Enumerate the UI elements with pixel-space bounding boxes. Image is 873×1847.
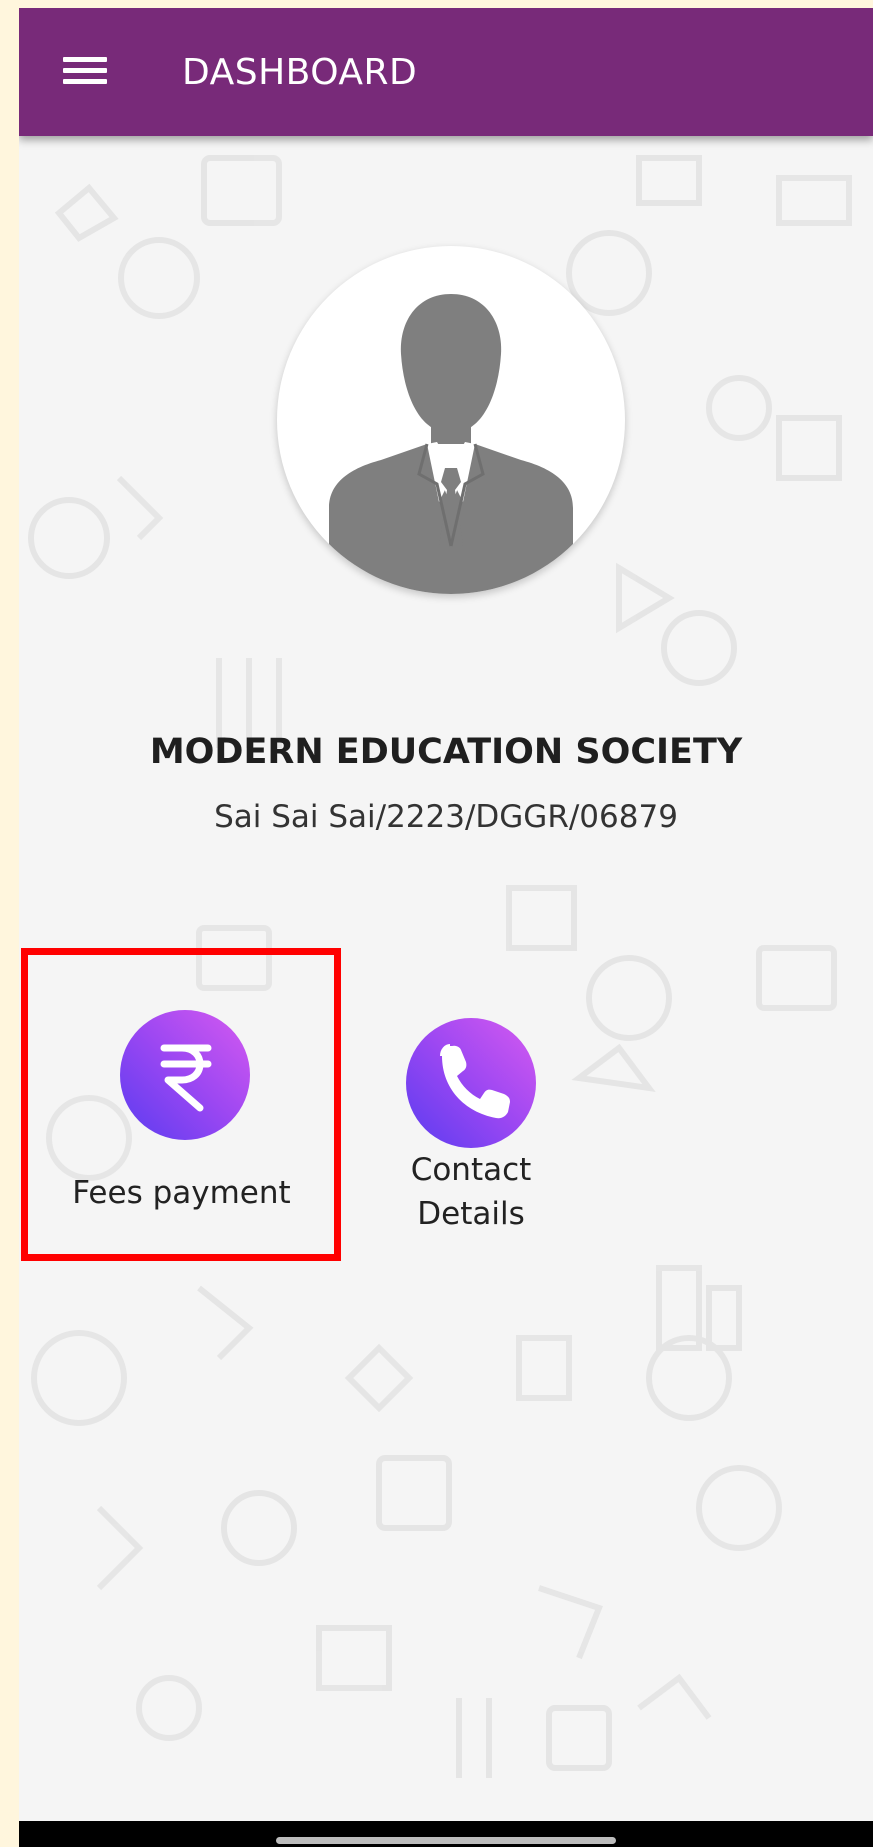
rupee-icon-circle	[120, 1010, 250, 1140]
phone-icon-circle	[406, 1018, 536, 1148]
app-bar: DASHBOARD	[19, 8, 873, 136]
contact-details-button[interactable]: Contact Details	[359, 1008, 599, 1258]
phone-screen: DASHBOARD MODERN EDUCATION SOCIETY Sai S…	[19, 8, 873, 1847]
contact-label-line-1: Contact	[410, 1152, 532, 1188]
contact-label-line-2: Details	[417, 1196, 525, 1232]
phone-icon	[440, 1044, 510, 1119]
page-title: DASHBOARD	[182, 52, 418, 93]
avatar	[277, 246, 625, 594]
organization-name: MODERN EDUCATION SOCIETY	[149, 732, 743, 772]
system-navigation-bar	[19, 1821, 873, 1847]
hamburger-menu-icon[interactable]	[63, 53, 107, 89]
home-gesture-handle[interactable]	[276, 1837, 616, 1844]
rupee-icon	[160, 1044, 212, 1112]
fees-payment-label: Fees payment	[72, 1175, 291, 1211]
contact-details-label: Contact Details	[359, 1148, 583, 1236]
person-silhouette-icon	[329, 294, 573, 594]
fees-payment-button[interactable]: Fees payment	[19, 948, 344, 1261]
organization-code: Sai Sai Sai/2223/DGGR/06879	[214, 799, 678, 835]
